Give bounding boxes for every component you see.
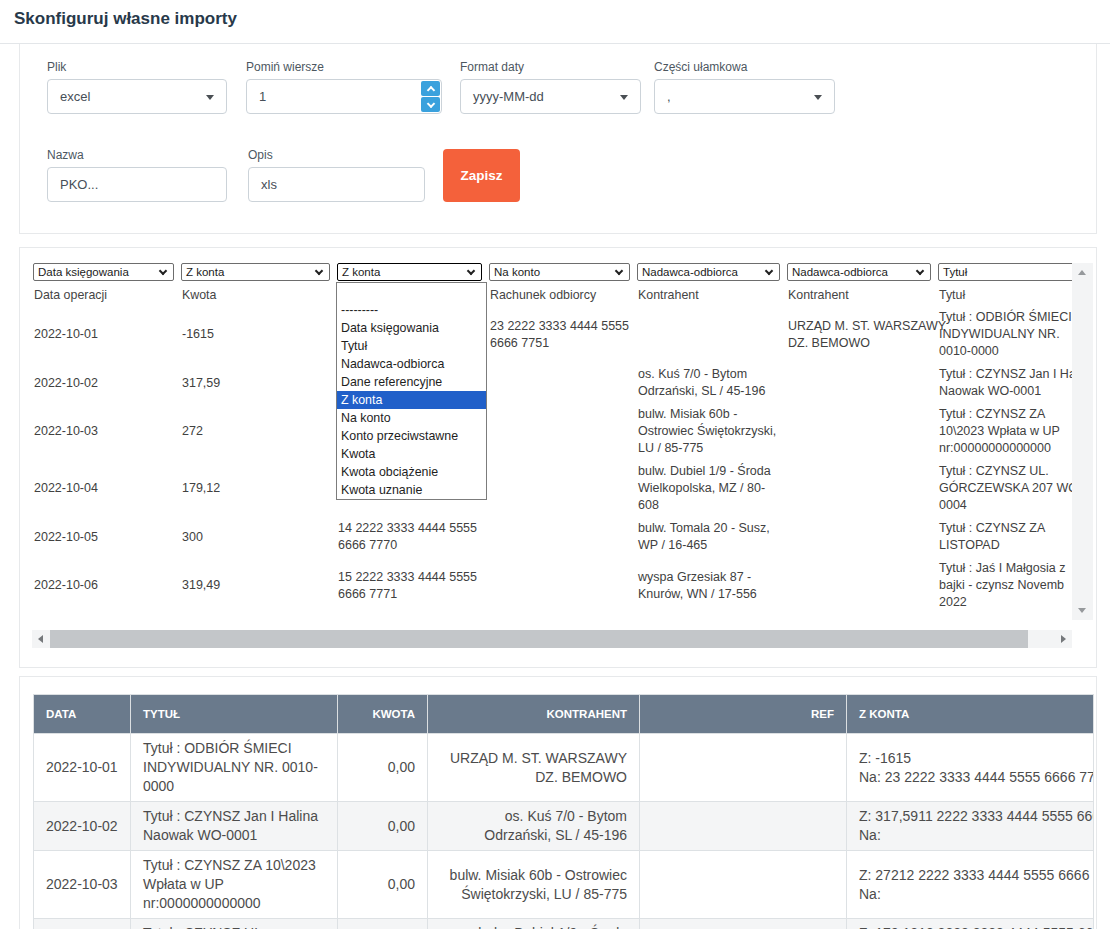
dropdown-option[interactable]: Nadawca-odbiorca xyxy=(337,355,486,373)
column-select-1[interactable]: Data księgowania xyxy=(33,263,174,281)
import-config-form: Plik excel Pomiń wiersze 1 Format daty y… xyxy=(19,44,1097,234)
save-button[interactable]: Zapisz xyxy=(443,149,520,202)
chevron-down-icon xyxy=(765,267,773,275)
preview-table-panel: DATA TYTUŁ KWOTA KONTRAHENT REF Z KONTA … xyxy=(19,676,1097,929)
nazwa-label: Nazwa xyxy=(47,148,227,162)
dropdown-option[interactable]: Konto przeciwstawne xyxy=(337,427,486,445)
grid-row: 2022-10-04 179,12 bulw. Dubiel 1/9 - Śro… xyxy=(33,460,1089,517)
column-mapping-panel: Data księgowania Z konta Z konta Na kont… xyxy=(19,247,1097,668)
pomin-wiersze-label: Pomiń wiersze xyxy=(246,60,442,74)
table-header-row: DATA TYTUŁ KWOTA KONTRAHENT REF Z KONTA xyxy=(34,695,1094,734)
scroll-up-icon[interactable] xyxy=(1078,270,1086,275)
dropdown-option[interactable]: Data księgowania xyxy=(337,319,486,337)
column-select-2[interactable]: Z konta xyxy=(181,263,330,281)
dropdown-option[interactable] xyxy=(337,283,486,301)
mapping-grid: Data księgowania Z konta Z konta Na kont… xyxy=(33,263,1089,614)
dropdown-option[interactable]: Kwota xyxy=(337,445,486,463)
scrollbar-thumb[interactable] xyxy=(50,630,1028,648)
column-select-3[interactable]: Z konta xyxy=(337,263,482,281)
grid-row: 2022-10-05 300 14 2222 3333 4444 5555 66… xyxy=(33,517,1089,557)
format-daty-select[interactable]: yyyy-MM-dd xyxy=(460,79,641,114)
dropdown-option[interactable]: Tytuł xyxy=(337,337,486,355)
preview-table: DATA TYTUŁ KWOTA KONTRAHENT REF Z KONTA … xyxy=(33,694,1094,929)
stepper-down-icon[interactable] xyxy=(421,97,440,112)
table-row: 2022-10-01 Tytuł : ODBIÓR ŚMIECI INDYWID… xyxy=(34,734,1094,802)
plik-label: Plik xyxy=(47,60,227,74)
opis-input[interactable]: xls xyxy=(248,167,425,202)
dropdown-option[interactable]: Dane referencyjne xyxy=(337,373,486,391)
nazwa-input[interactable]: PKO... xyxy=(47,167,227,202)
czesci-ulamkowa-label: Części ułamkowa xyxy=(654,60,835,74)
dropdown-option[interactable]: Kwota uznanie xyxy=(337,481,486,499)
chevron-down-icon xyxy=(814,95,822,100)
stepper-up-icon[interactable] xyxy=(421,81,440,96)
opis-label: Opis xyxy=(248,148,425,162)
chevron-down-icon xyxy=(916,267,924,275)
scroll-right-icon[interactable] xyxy=(1061,635,1066,643)
czesci-ulamkowa-select[interactable]: , xyxy=(654,79,835,114)
grid-row: 2022-10-06 319,49 15 2222 3333 4444 5555… xyxy=(33,557,1089,614)
number-stepper xyxy=(421,81,440,112)
chevron-down-icon xyxy=(315,267,323,275)
scroll-down-icon[interactable] xyxy=(1078,608,1086,613)
grid-row: 2022-10-02 317,59 os. Kuś 7/0 - Bytom Od… xyxy=(33,363,1089,403)
grid-row: 2022-10-01 -1615 23 2222 3333 4444 5555 … xyxy=(33,306,1089,363)
horizontal-scrollbar[interactable] xyxy=(32,630,1072,648)
dropdown-option-selected[interactable]: Z konta xyxy=(337,391,486,409)
chevron-down-icon xyxy=(206,95,214,100)
table-row: 2022-10-02 Tytuł : CZYNSZ Jan I Halina N… xyxy=(34,802,1094,851)
dropdown-option[interactable]: Na konto xyxy=(337,409,486,427)
grid-header-row: Data operacji Kwota Rachunek odbiorcy Ko… xyxy=(33,281,1089,306)
pomin-wiersze-input[interactable]: 1 xyxy=(246,79,442,114)
chevron-down-icon xyxy=(159,267,167,275)
dropdown-option[interactable]: Kwota obciążenie xyxy=(337,463,486,481)
grid-row: 2022-10-03 272 bulw. Misiak 60b - Ostrow… xyxy=(33,403,1089,460)
scroll-left-icon[interactable] xyxy=(38,635,43,643)
column-select-dropdown: --------- Data księgowania Tytuł Nadawca… xyxy=(336,282,487,500)
column-select-5[interactable]: Nadawca-odbiorca xyxy=(637,263,780,281)
chevron-down-icon xyxy=(467,267,475,275)
chevron-down-icon xyxy=(620,95,628,100)
column-select-6[interactable]: Nadawca-odbiorca xyxy=(787,263,931,281)
table-row: 2022-10-04 Tytuł : CZYNSZ UL. GÓRCZEWSKA… xyxy=(34,919,1094,929)
column-select-4[interactable]: Na konto xyxy=(489,263,630,281)
vertical-scrollbar[interactable] xyxy=(1072,263,1093,620)
format-daty-label: Format daty xyxy=(460,60,641,74)
plik-select[interactable]: excel xyxy=(47,79,227,114)
table-row: 2022-10-03 Tytuł : CZYNSZ ZA 10\2023 Wpł… xyxy=(34,851,1094,919)
page-header: Skonfiguruj własne importy xyxy=(0,0,1110,44)
page-title: Skonfiguruj własne importy xyxy=(14,9,237,29)
chevron-down-icon xyxy=(615,267,623,275)
dropdown-option[interactable]: --------- xyxy=(337,301,486,319)
